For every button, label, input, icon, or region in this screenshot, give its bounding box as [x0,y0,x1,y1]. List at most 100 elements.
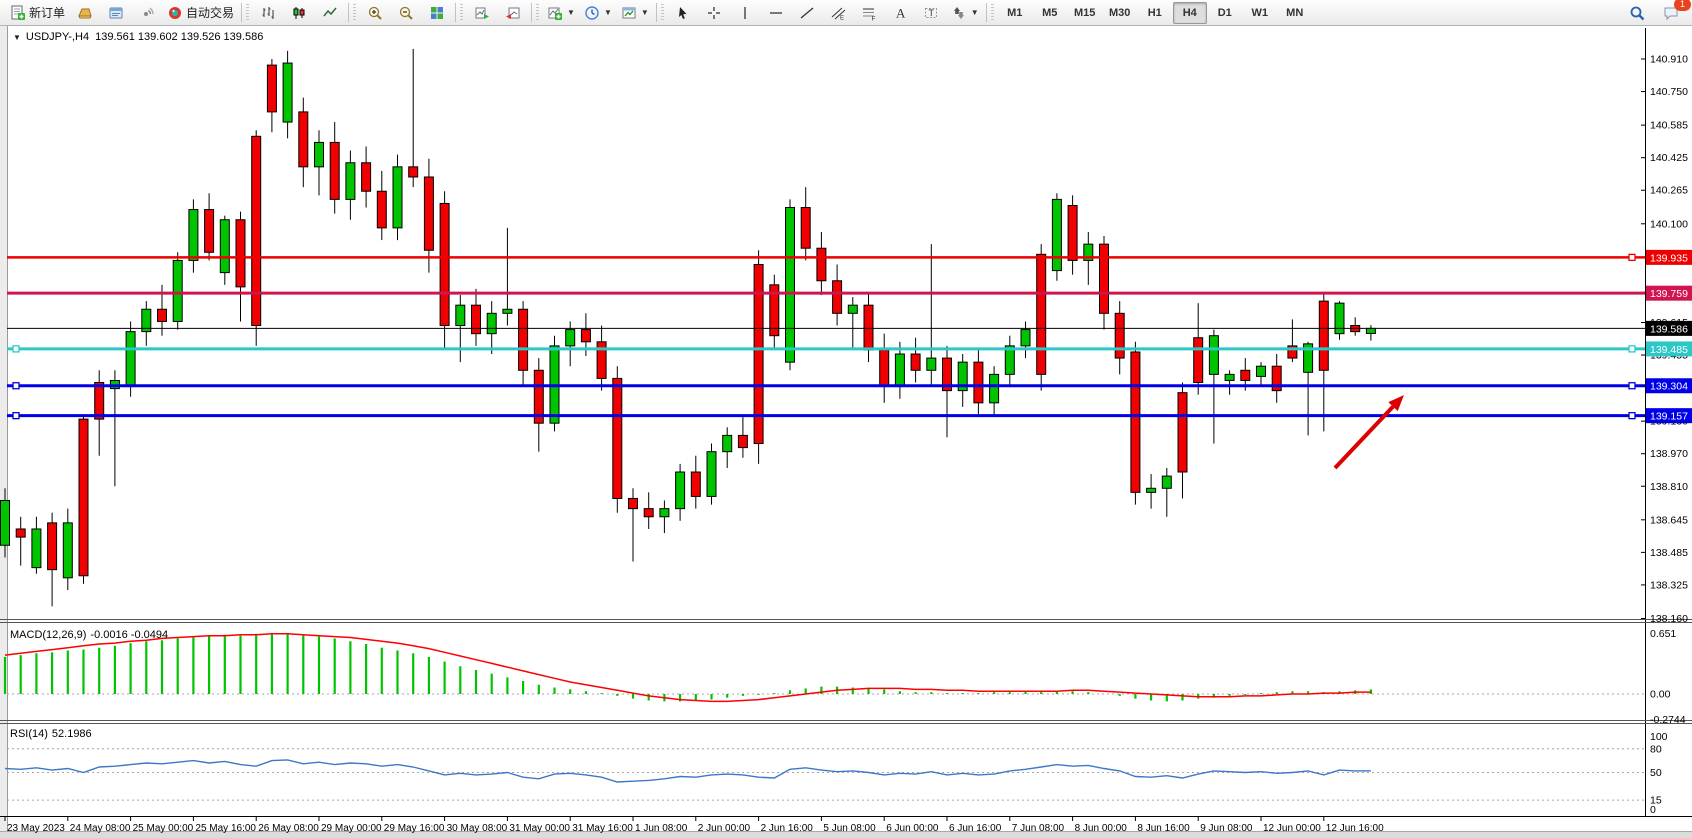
tf-w1[interactable]: W1 [1243,2,1277,24]
tf-m30[interactable]: M30 [1103,2,1137,24]
candle-bullish [848,305,857,313]
candle-bullish [1052,199,1061,270]
candle-bullish [676,472,685,509]
candle-bearish [817,248,826,281]
candle-bearish [267,65,276,112]
candle-bullish [660,509,669,517]
rsi-scale-label: 80 [1650,743,1662,755]
toolbar-grip[interactable] [460,4,463,22]
line-handle[interactable] [1629,413,1635,419]
tf-m15[interactable]: M15 [1068,2,1102,24]
line-handle[interactable] [1629,254,1635,260]
candle-bearish [1178,393,1187,472]
chart-menu-triangle-icon[interactable]: ▼ [13,33,21,42]
autoscroll-button[interactable] [467,1,497,25]
trendline-button[interactable] [792,1,822,25]
candle-bearish [95,382,104,419]
market-watch-button[interactable] [101,1,131,25]
arrows-icon [951,5,967,21]
toolbar-separator [656,3,657,22]
line-handle[interactable] [1629,346,1635,352]
new-order-button[interactable]: 新订单 [6,1,69,25]
candle-bullish [487,313,496,333]
notifications-button[interactable]: 1 [1656,1,1686,25]
cursor-button[interactable] [668,1,698,25]
toolbar-grip[interactable] [661,4,664,22]
time-tick-label: 24 May 08:00 [70,823,131,834]
price-badge-label: 139.304 [1650,381,1688,393]
toolbar-grip[interactable] [353,4,356,22]
chart-shift-button[interactable] [498,1,528,25]
crosshair-button[interactable] [699,1,729,25]
macd-indicator-name: MACD(12,26,9) [10,629,86,641]
hline-support-1[interactable] [7,383,1645,389]
label-icon: T [923,5,939,21]
pane-divider[interactable] [0,721,1692,724]
search-button[interactable] [1622,1,1652,25]
bars-chart-button[interactable] [253,1,283,25]
line-handle[interactable] [13,346,19,352]
candlestick-series [1,49,1376,606]
tf-h4[interactable]: H4 [1173,2,1207,24]
autotrading-button[interactable]: 自动交易 [163,1,238,25]
macd-scale-label: 0.651 [1650,628,1676,640]
candle-bullish [173,260,182,321]
channel-icon: E [830,5,846,21]
toolbar-grip[interactable] [246,4,249,22]
indicators-button[interactable]: ▼ [543,1,579,25]
vline-button[interactable] [730,1,760,25]
chart-shift-icon [505,5,521,21]
arrow-annotation[interactable] [1335,395,1404,468]
line-chart-button[interactable] [315,1,345,25]
chevron-down-icon[interactable]: ▼ [971,8,979,17]
candle-bullish [895,354,904,387]
text-label-button[interactable]: T [916,1,946,25]
toolbar-grip[interactable] [536,4,539,22]
fibonacci-button[interactable]: F [854,1,884,25]
channel-button[interactable]: E [823,1,853,25]
indicators-icon [547,5,563,21]
svg-text:E: E [840,15,844,21]
candle-bullish [189,210,198,261]
line-handle[interactable] [13,383,19,389]
candles-chart-icon [291,5,307,21]
tf-d1[interactable]: D1 [1208,2,1242,24]
text-button[interactable]: A [885,1,915,25]
candles-chart-button[interactable] [284,1,314,25]
tile-windows-button[interactable] [422,1,452,25]
rsi-scale-label: 100 [1650,731,1668,743]
line-handle[interactable] [1629,383,1635,389]
profiles-button[interactable] [70,1,100,25]
periods-button[interactable]: ▼ [580,1,616,25]
tf-m5[interactable]: M5 [1033,2,1067,24]
price-tick-label: 138.645 [1650,514,1688,526]
candle-bullish [786,208,795,363]
candle-bearish [644,509,653,517]
candle-bullish [220,220,229,273]
svg-text:T: T [928,8,934,18]
toolbar-grip[interactable] [991,4,994,22]
arrows-button[interactable]: ▼ [947,1,983,25]
news-button[interactable] [132,1,162,25]
chevron-down-icon[interactable]: ▼ [567,8,575,17]
chevron-down-icon[interactable]: ▼ [604,8,612,17]
tf-m1[interactable]: M1 [998,2,1032,24]
candle-bullish [1225,374,1234,380]
zoom-in-button[interactable] [360,1,390,25]
candle-bearish [299,112,308,167]
hline-pivot-cyan[interactable] [7,346,1645,352]
hline-support-2[interactable] [7,413,1645,419]
templates-button[interactable]: ▼ [617,1,653,25]
tf-h1[interactable]: H1 [1138,2,1172,24]
time-tick-label: 25 May 16:00 [195,823,256,834]
pane-divider[interactable] [0,620,1692,623]
tf-h1-label: H1 [1148,7,1162,19]
line-handle[interactable] [13,413,19,419]
notification-badge: 1 [1674,0,1691,11]
zoom-out-button[interactable] [391,1,421,25]
tf-mn[interactable]: MN [1278,2,1312,24]
candle-bearish [79,419,88,576]
chevron-down-icon[interactable]: ▼ [641,8,649,17]
hline-button[interactable] [761,1,791,25]
candle-bearish [158,309,167,321]
